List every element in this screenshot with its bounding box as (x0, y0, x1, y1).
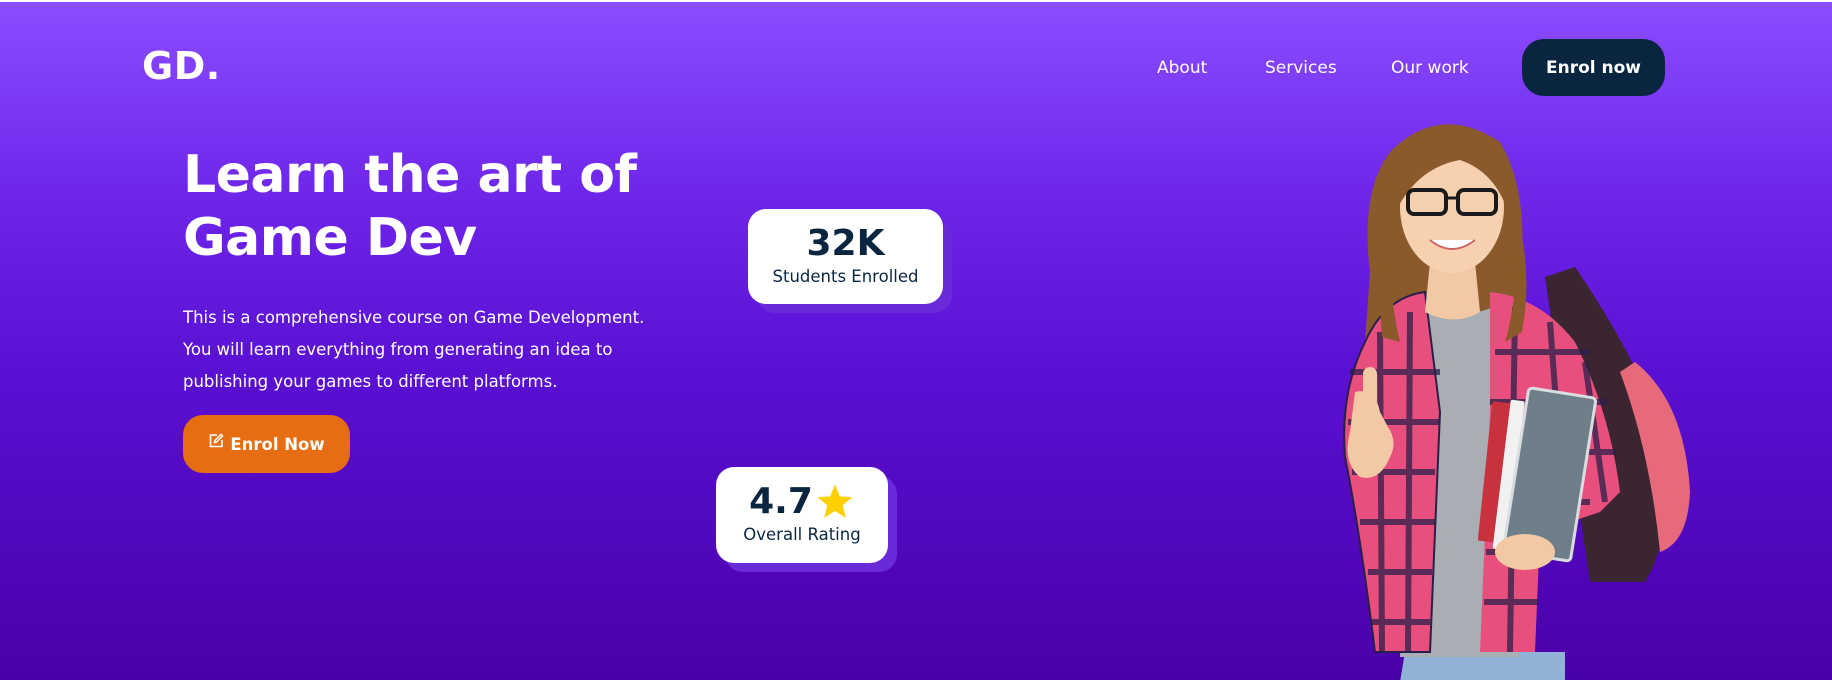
hero-title-line-1: Learn the art of (183, 145, 637, 205)
enrol-now-nav-label: Enrol now (1545, 57, 1641, 78)
edit-icon (210, 433, 224, 448)
hero-title-line-2: Game Dev (183, 208, 477, 268)
students-enrolled-card: 32K Students Enrolled (748, 209, 943, 304)
star-icon (817, 484, 853, 518)
logo[interactable]: GD. (142, 44, 221, 88)
nav-link-about[interactable]: About (1157, 58, 1207, 78)
enrol-now-hero-label: Enrol Now (230, 434, 325, 454)
enrol-now-nav-button[interactable]: Enrol now (1522, 39, 1665, 96)
student-photo (1343, 124, 1690, 680)
rating-value: 4.7 (749, 481, 813, 522)
enrol-now-hero-button[interactable]: Enrol Now (183, 415, 350, 473)
overall-rating-card: 4.7 Overall Rating (716, 467, 888, 563)
rating-label: Overall Rating (743, 525, 861, 544)
hero-section: GD. About Services Our work Enrol now Le… (0, 2, 1832, 680)
hero-description: This is a comprehensive course on Game D… (183, 308, 645, 391)
nav-link-services[interactable]: Services (1265, 58, 1337, 78)
rating-row: 4.7 (716, 482, 888, 522)
students-label: Students Enrolled (772, 267, 919, 286)
nav-link-our-work[interactable]: Our work (1391, 58, 1469, 78)
hero-title: Learn the art of Game Dev (183, 144, 637, 270)
students-count: 32K (806, 223, 885, 264)
